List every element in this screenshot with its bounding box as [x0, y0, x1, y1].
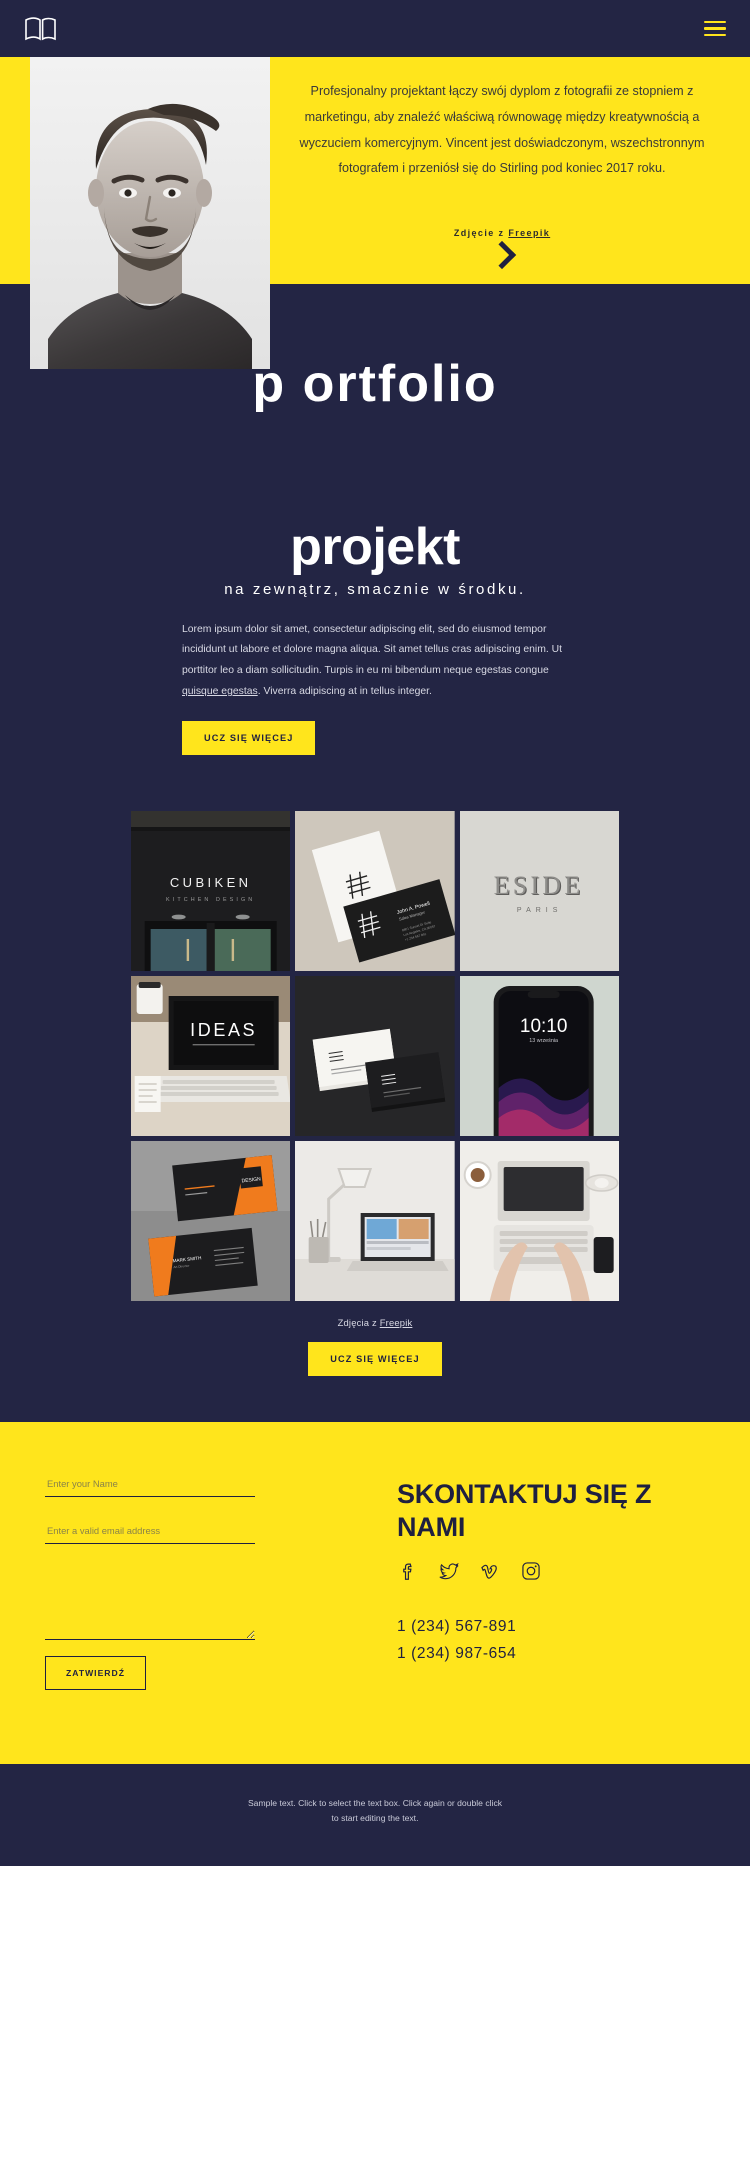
email-input[interactable]: [45, 1520, 255, 1544]
svg-text:PARIS: PARIS: [517, 907, 563, 914]
chevron-right-icon: [487, 240, 517, 270]
projekt-heading: projekt: [290, 518, 460, 576]
projekt-paragraph: Lorem ipsum dolor sit amet, consectetur …: [182, 620, 568, 703]
portrait-photo: [30, 57, 270, 369]
phone-numbers: 1 (234) 567-891 1 (234) 987-654: [397, 1618, 750, 1663]
contact-heading: SKONTAKTUJ SIĘ Z NAMI: [397, 1478, 652, 1542]
message-textarea[interactable]: [45, 1567, 255, 1640]
svg-text:CUBIKEN: CUBIKEN: [170, 875, 252, 890]
projekt-paragraph-part1: Lorem ipsum dolor sit amet, consectetur …: [182, 623, 563, 677]
svg-text:13 września: 13 września: [529, 1038, 558, 1044]
gallery-item-stacked-business-cards[interactable]: [295, 975, 455, 1136]
submit-button[interactable]: ZATWIERDŹ: [45, 1655, 146, 1690]
contact-info: SKONTAKTUJ SIĘ Z NAMI 1 (234) 567-891 1 …: [375, 1474, 750, 1690]
facebook-icon[interactable]: [397, 1560, 419, 1582]
gallery-item-eside-paris-embossed-logo[interactable]: ESIDE ESIDE PARIS: [459, 810, 619, 971]
projekt-paragraph-link[interactable]: quisque egestas: [182, 686, 258, 697]
gallery-item-hands-typing-laptop-flatlay[interactable]: [459, 1140, 619, 1301]
site-footer: Sample text. Click to select the text bo…: [0, 1763, 750, 1866]
scroll-down-arrow[interactable]: [278, 240, 726, 270]
gallery-learn-more-button[interactable]: UCZ SIĘ WIĘCEJ: [308, 1341, 442, 1376]
open-book-icon[interactable]: [24, 16, 58, 42]
projekt-section: projekt na zewnątrz, smacznie w środku. …: [0, 484, 750, 1422]
gallery-cta-wrap: UCZ SIĘ WIĘCEJ: [0, 1341, 750, 1422]
instagram-icon[interactable]: [520, 1560, 542, 1582]
portfolio-title: p ortfolio: [252, 355, 498, 413]
gallery-photo-credit: Zdjęcia z Freepik: [0, 1317, 750, 1328]
hero-credit-prefix: Zdjęcie z: [453, 228, 509, 238]
gallery-item-smartphone-lockscreen-mockup[interactable]: 10:10 13 września: [459, 975, 619, 1136]
twitter-icon[interactable]: [438, 1560, 460, 1582]
svg-text:ESIDE: ESIDE: [493, 871, 583, 900]
hero-paragraph: Profesjonalny projektant łączy swój dypl…: [299, 84, 705, 176]
hero-photo-credit: Zdjęcie z Freepik: [278, 228, 726, 238]
hero-credit-link[interactable]: Freepik: [508, 228, 550, 238]
gallery-item-orange-black-business-cards[interactable]: DESIGN MARK SMITH Art Director: [131, 1140, 291, 1301]
gallery-credit-link[interactable]: Freepik: [380, 1317, 413, 1328]
projekt-learn-more-button[interactable]: UCZ SIĘ WIĘCEJ: [182, 720, 316, 755]
projekt-paragraph-part2: . Viverra adipiscing at in tellus intege…: [257, 686, 432, 698]
projekt-subheading: na zewnątrz, smacznie w środku.: [224, 580, 526, 598]
hamburger-menu-icon[interactable]: [704, 20, 726, 37]
gallery-item-black-white-business-cards[interactable]: John A. Powell Sales Manager 8801 Sunset…: [295, 810, 455, 971]
gallery-item-cubiken-storefront-sign[interactable]: CUBIKEN KITCHEN DESIGN: [131, 810, 291, 971]
site-header: [0, 0, 750, 57]
svg-text:KITCHEN DESIGN: KITCHEN DESIGN: [166, 897, 255, 903]
projekt-cta-wrap: UCZ SIĘ WIĘCEJ: [182, 720, 568, 755]
footer-sample-text: Sample text. Click to select the text bo…: [247, 1797, 503, 1823]
project-gallery: CUBIKEN KITCHEN DESIGN John A. Powell Sa…: [131, 810, 619, 1301]
phone-number-2[interactable]: 1 (234) 987-654: [397, 1645, 750, 1663]
gallery-item-desk-lamp-laptop-workspace[interactable]: [295, 1140, 455, 1301]
contact-form: ZATWIERDŹ: [0, 1473, 375, 1690]
contact-section: ZATWIERDŹ SKONTAKTUJ SIĘ Z NAMI: [0, 1421, 750, 1764]
name-input[interactable]: [45, 1473, 255, 1497]
social-links: [397, 1560, 750, 1582]
gallery-item-laptop-ideas-desk[interactable]: IDEAS: [131, 975, 291, 1136]
phone-number-1[interactable]: 1 (234) 567-891: [397, 1618, 750, 1636]
vimeo-icon[interactable]: [479, 1560, 501, 1582]
svg-text:10:10: 10:10: [520, 1016, 568, 1037]
svg-text:IDEAS: IDEAS: [190, 1020, 257, 1040]
gallery-credit-prefix: Zdjęcia z: [337, 1316, 380, 1328]
